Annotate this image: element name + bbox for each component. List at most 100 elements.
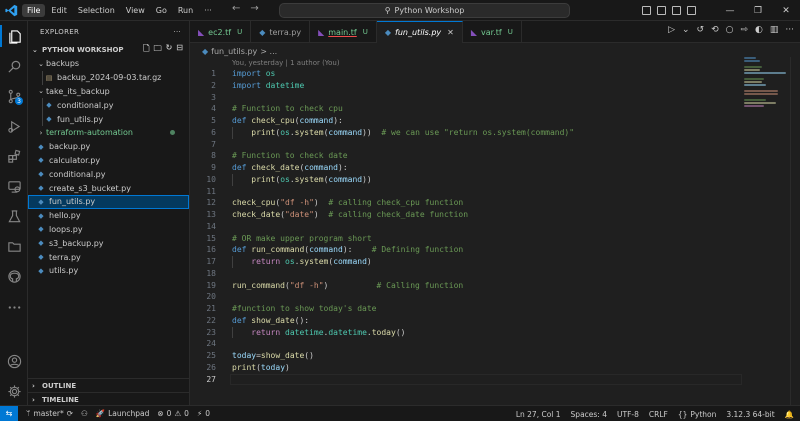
tree-file[interactable]: ◆ terra.py: [28, 250, 189, 264]
minimap[interactable]: [744, 57, 788, 117]
customize-layout-icon[interactable]: [687, 6, 696, 15]
code-line[interactable]: 23 return datetime.datetime.today(): [190, 326, 750, 339]
project-section-header[interactable]: ⌄ PYTHON WORKSHOP 🗋 🗀 ↻ ⊟: [28, 43, 189, 57]
account-icon[interactable]: [0, 350, 28, 372]
code-line[interactable]: 11: [190, 186, 750, 198]
code-line[interactable]: 9 def check_date(command):: [190, 162, 750, 174]
next-change-icon[interactable]: ⇨: [740, 25, 748, 35]
dropdown-icon[interactable]: ⌄: [682, 25, 690, 35]
launchpad-indicator[interactable]: 🚀 Launchpad: [96, 409, 150, 418]
code-line[interactable]: 22 def show_date():: [190, 315, 750, 327]
tab-main-tf[interactable]: ◣ main.tf U: [310, 21, 377, 43]
menu-run[interactable]: Run: [173, 4, 198, 17]
ports-indicator[interactable]: ⚡ 0: [197, 409, 210, 418]
refresh-icon[interactable]: ↻: [166, 43, 173, 57]
search-icon[interactable]: [0, 55, 28, 77]
revert-icon[interactable]: ⟲: [711, 25, 719, 35]
language-mode[interactable]: {} Python: [678, 410, 717, 419]
code-line[interactable]: 15 # OR make upper program short: [190, 233, 750, 245]
cursor-position[interactable]: Ln 27, Col 1: [516, 410, 561, 419]
remote-indicator[interactable]: ⇆: [0, 405, 18, 421]
code-line[interactable]: 10 print(os.system(command)): [190, 173, 750, 186]
tree-file[interactable]: ◆ backup.py: [28, 140, 189, 154]
code-line[interactable]: 4 # Function to check cpu: [190, 103, 750, 115]
live-share-indicator[interactable]: ⚇: [81, 409, 88, 418]
code-line[interactable]: 13 check_date("date") # calling check_dat…: [190, 209, 750, 221]
more-views-icon[interactable]: [0, 296, 28, 318]
indentation[interactable]: Spaces: 4: [571, 410, 607, 419]
code-line[interactable]: 27: [190, 373, 750, 386]
timeline-section[interactable]: › TIMELINE: [28, 392, 190, 406]
code-line[interactable]: 21 #function to show today's date: [190, 303, 750, 315]
new-folder-icon[interactable]: 🗀: [154, 43, 162, 57]
split-editor-icon[interactable]: ▥: [770, 25, 779, 35]
run-debug-icon[interactable]: [0, 115, 28, 137]
code-line[interactable]: 25 today=show_date(): [190, 350, 750, 362]
code-line[interactable]: 3: [190, 92, 750, 104]
breadcrumb-rest[interactable]: > ...: [260, 47, 277, 56]
codelens-blame[interactable]: You, yesterday | 1 author (You): [232, 59, 340, 67]
code-line[interactable]: 2 import datetime: [190, 80, 750, 92]
remote-explorer-icon[interactable]: [0, 175, 28, 197]
editor-scrollbar[interactable]: [790, 57, 800, 405]
tab-fun_utils-py[interactable]: ◆ fun_utils.py ✕: [376, 21, 463, 43]
menu-edit[interactable]: Edit: [46, 4, 72, 17]
tree-file[interactable]: ◆ utils.py: [28, 264, 189, 278]
testing-icon[interactable]: [0, 205, 28, 227]
command-center-search[interactable]: ⚲ Python Workshop: [279, 3, 570, 18]
maximize-button[interactable]: ❐: [744, 0, 772, 21]
tree-file[interactable]: ◆ conditional.py: [28, 167, 189, 181]
tree-file[interactable]: ◆ s3_backup.py: [28, 236, 189, 250]
code-line[interactable]: 17 return os.system(command): [190, 256, 750, 268]
tree-folder[interactable]: ⌄ take_its_backup: [28, 85, 189, 99]
more-actions-icon[interactable]: ···: [785, 25, 794, 35]
close-tab-icon[interactable]: ✕: [447, 28, 454, 37]
git-timeline-icon[interactable]: ↺: [697, 25, 705, 35]
code-line[interactable]: 20: [190, 291, 750, 303]
line-ending[interactable]: CRLF: [649, 410, 668, 419]
forward-arrow-icon[interactable]: →: [250, 3, 258, 14]
code-line[interactable]: 5 def check_cpu(command):: [190, 115, 750, 127]
explorer-more-icon[interactable]: ···: [173, 28, 181, 36]
tab-ec2-tf[interactable]: ◣ ec2.tf U: [190, 21, 252, 43]
code-line[interactable]: 24: [190, 338, 750, 350]
open-changes-icon[interactable]: ◐: [755, 25, 763, 35]
explorer-icon[interactable]: [0, 25, 28, 47]
code-line[interactable]: 18: [190, 268, 750, 280]
github-icon[interactable]: [0, 265, 28, 287]
settings-gear-icon[interactable]: [0, 380, 28, 402]
minimize-button[interactable]: —: [716, 0, 744, 21]
tab-terra-py[interactable]: ◆ terra.py: [251, 21, 311, 43]
tree-file[interactable]: ◆ conditional.py: [28, 98, 189, 113]
tree-file[interactable]: ◆ hello.py: [28, 209, 189, 223]
code-line[interactable]: 12 check_cpu("df -h") # calling check_cpu…: [190, 197, 750, 209]
python-interpreter[interactable]: 3.12.3 64-bit: [726, 410, 774, 419]
toggle-panel-icon[interactable]: [657, 6, 666, 15]
tree-file[interactable]: ◆ calculator.py: [28, 154, 189, 168]
branch-indicator[interactable]: ᛘ master* ⟳: [26, 409, 73, 418]
code-line[interactable]: 6 print(os.system(command)) # we can use…: [190, 126, 750, 139]
close-window-button[interactable]: ✕: [772, 0, 800, 21]
new-file-icon[interactable]: 🗋: [143, 43, 149, 57]
tree-folder[interactable]: ⌄ backups: [28, 57, 189, 71]
encoding[interactable]: UTF-8: [617, 410, 639, 419]
menu-more[interactable]: ···: [199, 4, 217, 17]
tree-file[interactable]: ◆ fun_utils.py: [28, 194, 189, 209]
tree-file[interactable]: ◆ create_s3_bucket.py: [28, 181, 189, 195]
toggle-primary-sidebar-icon[interactable]: [642, 6, 651, 15]
tree-folder[interactable]: › terraform-automation: [28, 126, 189, 140]
source-control-icon[interactable]: 3: [0, 85, 28, 107]
toggle-secondary-sidebar-icon[interactable]: [672, 6, 681, 15]
run-python-file-icon[interactable]: ▷: [668, 25, 675, 35]
code-line[interactable]: 26 print(today): [190, 362, 750, 374]
problems-indicator[interactable]: ⊗ 0 ⚠ 0: [157, 409, 189, 418]
previous-change-icon[interactable]: ○: [726, 25, 734, 35]
tree-file[interactable]: ◆ loops.py: [28, 223, 189, 237]
code-editor[interactable]: 1 import os 2 import datetime 3 4 # Function t…: [190, 68, 750, 386]
folder-icon[interactable]: [0, 235, 28, 257]
menu-view[interactable]: View: [121, 4, 150, 17]
code-line[interactable]: 16 def run_command(command): # Defining f…: [190, 244, 750, 256]
breadcrumb-file[interactable]: fun_utils.py: [211, 47, 257, 56]
tree-file[interactable]: ▤ backup_2024-09-03.tar.gz: [28, 70, 189, 85]
menu-go[interactable]: Go: [151, 4, 172, 17]
